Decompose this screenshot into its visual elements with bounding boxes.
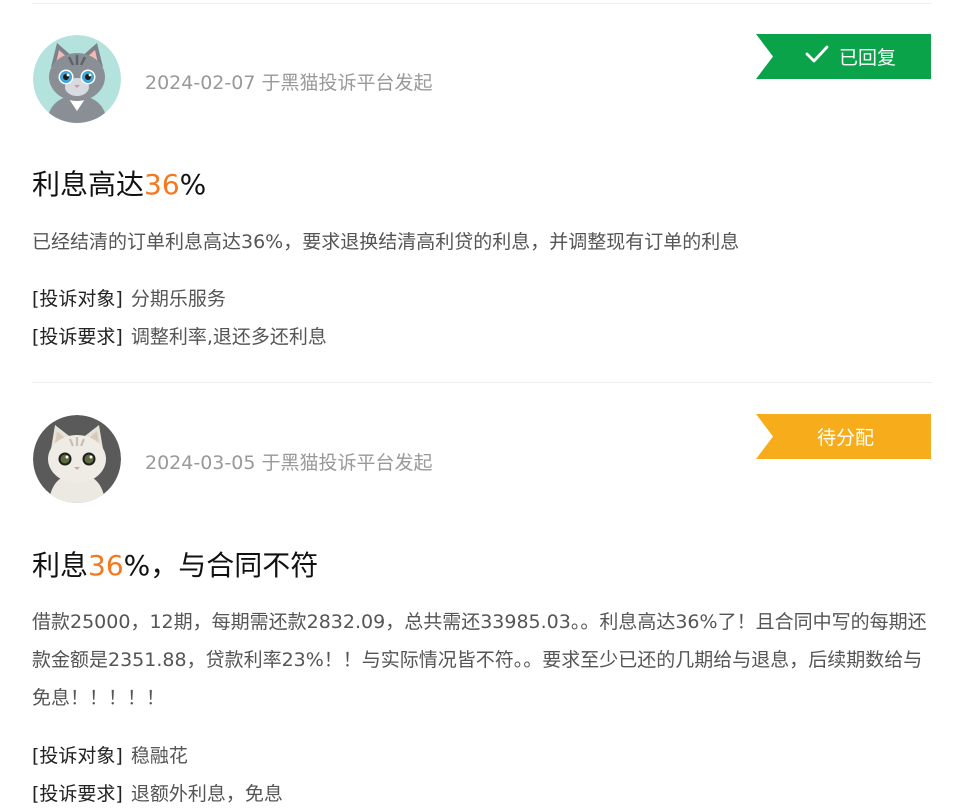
complaint-meta: 2024-02-07 于黑猫投诉平台发起 [145, 68, 432, 95]
status-label: 待分配 [816, 427, 874, 449]
title-highlight: 36 [144, 168, 180, 201]
avatar [33, 415, 121, 503]
complaint-target: [投诉对象] 分期乐服务 [32, 284, 226, 311]
status-label: 已回复 [838, 47, 896, 69]
complaint-target: [投诉对象] 稳融花 [32, 741, 188, 768]
check-icon [805, 45, 829, 68]
status-badge: 已回复 [756, 34, 931, 79]
title-text: 利息 [32, 549, 89, 582]
complaint-date: 2024-02-07 [145, 72, 256, 94]
title-text-end: % [179, 168, 207, 201]
complaint-title[interactable]: 利息高达36% [32, 163, 206, 203]
complaint-description: 已经结清的订单利息高达36%，要求退换结清高利贷的利息，并调整现有订单的利息 [32, 231, 740, 253]
white-cat-avatar-icon [33, 415, 121, 503]
target-label: [投诉对象] [32, 288, 123, 310]
complaint-title[interactable]: 利息36%，与合同不符 [32, 544, 318, 584]
target-value: 稳融花 [130, 745, 188, 767]
top-divider [32, 3, 932, 4]
title-highlight: 36 [88, 549, 124, 582]
gray-cat-avatar-icon [33, 35, 121, 123]
complaint-demand: [投诉要求] 调整利率,退还多还利息 [32, 322, 327, 349]
title-text-end: %，与合同不符 [123, 549, 319, 582]
avatar [33, 35, 121, 123]
complaint-demand: [投诉要求] 退额外利息，免息 [32, 779, 283, 806]
target-value: 分期乐服务 [130, 288, 226, 310]
demand-label: [投诉要求] [32, 326, 123, 348]
demand-label: [投诉要求] [32, 783, 123, 805]
card-divider [32, 382, 932, 383]
complaint-description: 借款25000，12期，每期需还款2832.09，总共需还33985.03。。利… [32, 611, 927, 709]
demand-value: 退额外利息，免息 [130, 783, 283, 805]
demand-value: 调整利率,退还多还利息 [130, 326, 327, 348]
complaint-source: 于黑猫投诉平台发起 [261, 72, 433, 94]
target-label: [投诉对象] [32, 745, 123, 767]
complaint-date: 2024-03-05 [145, 452, 256, 474]
status-badge: 待分配 [756, 414, 931, 459]
complaint-source: 于黑猫投诉平台发起 [261, 452, 433, 474]
complaint-meta: 2024-03-05 于黑猫投诉平台发起 [145, 448, 432, 475]
title-text: 利息高达 [32, 168, 145, 201]
